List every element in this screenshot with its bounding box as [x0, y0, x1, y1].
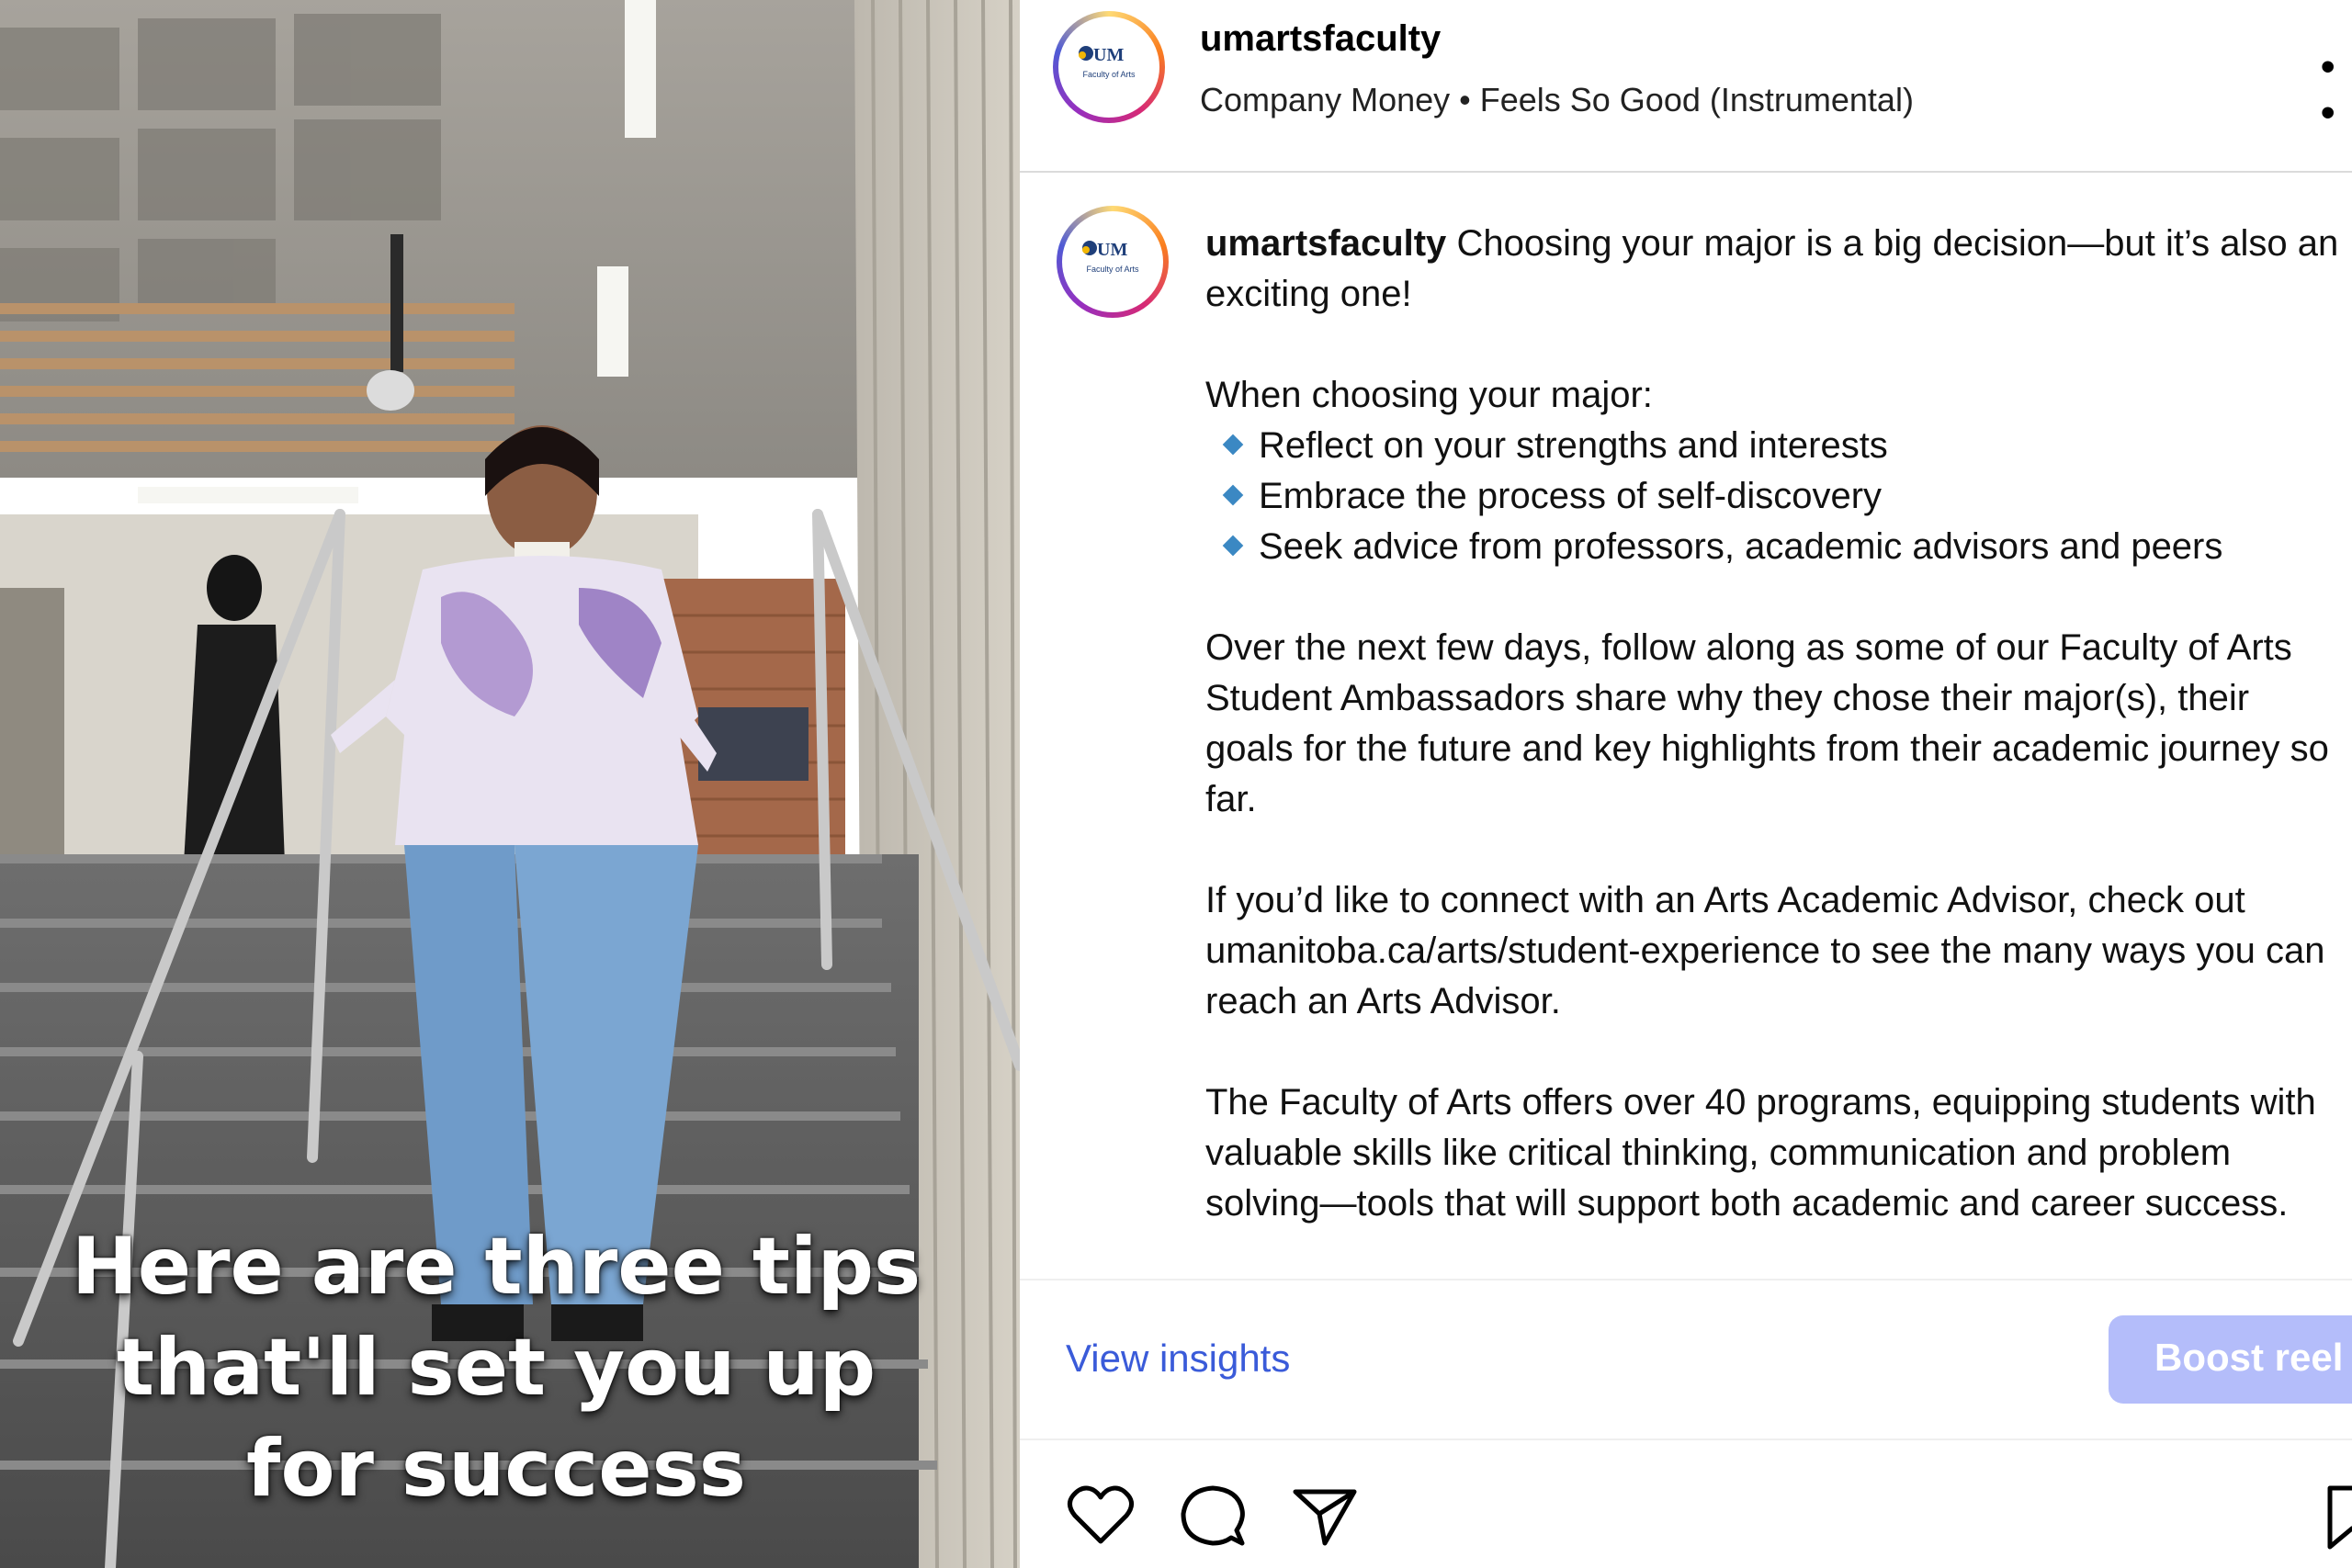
header-username[interactable]: umartsfaculty — [1200, 18, 1441, 60]
logo-text: UM — [1093, 45, 1124, 65]
caption-paragraph: Over the next few days, follow along as … — [1205, 627, 2329, 819]
video-caption-line-1: Here are three tips — [71, 1221, 922, 1313]
more-options-icon[interactable]: • • — [2321, 44, 2352, 136]
view-insights-link[interactable]: View insights — [1066, 1337, 1290, 1381]
share-icon[interactable] — [1288, 1479, 1362, 1552]
post-caption: umartsfaculty Choosing your major is a b… — [1205, 219, 2345, 1229]
caption-avatar[interactable]: UM Faculty of Arts — [1057, 206, 1169, 318]
post-details-panel: UM Faculty of Arts umartsfaculty Company… — [1020, 0, 2352, 1568]
heart-icon[interactable] — [1064, 1479, 1137, 1552]
divider — [1020, 171, 2352, 173]
divider — [1020, 1279, 2352, 1280]
list-item: Reflect on your strengths and interests — [1205, 421, 2345, 471]
list-item: Embrace the process of self-discovery — [1205, 471, 2345, 522]
caption-intro: umartsfaculty Choosing your major is a b… — [1205, 219, 2345, 320]
caption-username[interactable]: umartsfaculty — [1205, 223, 1446, 264]
comment-icon[interactable] — [1176, 1479, 1250, 1552]
reel-video[interactable]: Here are three tips that'll set you up f… — [0, 0, 1020, 1568]
diamond-bullet-icon — [1222, 535, 1244, 557]
logo-text: UM — [1097, 240, 1127, 260]
video-caption-line-3: for success — [246, 1423, 746, 1515]
caption-paragraph: The Faculty of Arts offers over 40 progr… — [1205, 1082, 2316, 1224]
divider — [1020, 1438, 2352, 1440]
video-caption-line-2: that'll set you up — [116, 1322, 876, 1414]
diamond-bullet-icon — [1222, 484, 1244, 506]
um-logo-icon: UM Faculty of Arts — [1068, 217, 1158, 307]
bookmark-icon[interactable] — [2315, 1479, 2352, 1552]
logo-subtext: Faculty of Arts — [1082, 70, 1136, 79]
diamond-bullet-icon — [1222, 434, 1244, 456]
audio-track[interactable]: Company Money • Feels So Good (Instrumen… — [1200, 81, 1914, 119]
um-logo-icon: UM Faculty of Arts — [1064, 22, 1154, 112]
list-heading: When choosing your major: — [1205, 375, 1653, 415]
profile-avatar[interactable]: UM Faculty of Arts — [1053, 11, 1165, 123]
list-item: Seek advice from professors, academic ad… — [1205, 522, 2345, 572]
boost-reel-button[interactable]: Boost reel — [2109, 1315, 2352, 1404]
caption-paragraph: If you’d like to connect with an Arts Ac… — [1205, 880, 2325, 1021]
tips-list: Reflect on your strengths and interests … — [1205, 421, 2345, 572]
logo-subtext: Faculty of Arts — [1086, 265, 1139, 274]
